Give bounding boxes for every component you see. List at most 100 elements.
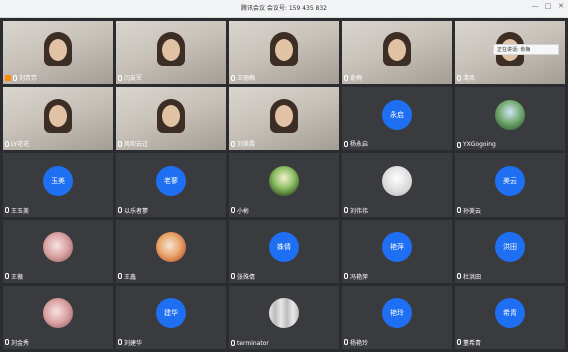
speaking-indicator: 正在讲话: 俞梅	[493, 44, 559, 55]
host-badge-icon	[5, 74, 11, 81]
participant-label: 刘伟伟	[344, 206, 368, 215]
participant-label: 王玉美	[5, 206, 29, 215]
participant-label: 清风	[457, 73, 475, 82]
participant-tile[interactable]: 老蓼以乐者蓼	[116, 153, 226, 217]
participant-name: 王鑫	[124, 273, 137, 281]
microphone-icon	[457, 74, 461, 81]
participant-name: 刘芳芳	[19, 75, 38, 83]
participant-label: 王鑫	[118, 272, 136, 281]
microphone-icon	[5, 339, 9, 346]
avatar-initials: 洪田	[495, 232, 525, 263]
participant-label: 刘金秀	[5, 338, 29, 347]
person-face	[162, 38, 180, 61]
participant-tile[interactable]: 刘伟伟	[342, 153, 452, 217]
participant-tile[interactable]: 洪田杜洪田	[455, 219, 565, 283]
participant-name: terminator	[237, 339, 269, 347]
avatar-initials: 艳玲	[382, 298, 412, 329]
participant-label: 杨艳玲	[344, 338, 368, 347]
avatar-initials: 美云	[495, 165, 525, 196]
participant-tile[interactable]: 玉美 王玉美	[3, 153, 113, 217]
microphone-icon	[344, 207, 348, 214]
participant-tile[interactable]: 刘金秀	[3, 285, 113, 349]
participant-tile[interactable]: 永启 杨永启	[342, 87, 452, 151]
participant-name: 俞梅	[350, 75, 363, 83]
title-bar: 腾讯会议 会议号: 159 435 832 — □ ✕	[0, 0, 568, 18]
microphone-icon	[457, 339, 461, 346]
participant-tile[interactable]: 王鑫	[116, 219, 226, 283]
participant-name: 风吹云过	[124, 141, 149, 149]
participant-tile[interactable]: 刘美霞	[229, 87, 339, 151]
microphone-icon	[118, 74, 122, 81]
microphone-icon	[457, 207, 461, 214]
participant-name: 清风	[463, 75, 476, 83]
participant-name: YXGogoing	[463, 141, 496, 149]
participant-tile[interactable]: 风吹云过	[116, 87, 226, 151]
microphone-icon	[344, 339, 348, 346]
maximize-icon[interactable]: □	[543, 2, 553, 10]
participant-name: 杜洪田	[463, 273, 482, 281]
participant-label: 小彬	[231, 206, 249, 215]
participant-tile[interactable]: 刘芳芳	[3, 21, 113, 85]
participant-tile[interactable]: 俞梅	[342, 21, 452, 85]
avatar-image	[156, 232, 186, 263]
participant-label: 杜洪田	[457, 272, 481, 281]
avatar-image	[269, 298, 299, 329]
participant-tile[interactable]: 王薇	[3, 219, 113, 283]
minimize-icon[interactable]: —	[530, 2, 540, 10]
participant-tile[interactable]: LY花花	[3, 87, 113, 151]
participant-label: LY花花	[5, 139, 29, 148]
participant-name: 杨永启	[350, 141, 369, 149]
participant-tile[interactable]: 建华刘建华	[116, 285, 226, 349]
participant-tile[interactable]: 艳玲杨艳玲	[342, 285, 452, 349]
participant-name: 刘伟伟	[350, 207, 369, 215]
participant-name: 以乐者蓼	[124, 207, 149, 215]
participant-tile[interactable]: 希青董希青	[455, 285, 565, 349]
participant-name: 刘金秀	[11, 339, 30, 347]
avatar-image	[382, 165, 412, 196]
participant-name: 孙美云	[463, 207, 482, 215]
microphone-icon	[5, 207, 9, 214]
close-icon[interactable]: ✕	[556, 2, 566, 10]
microphone-icon	[231, 207, 235, 214]
microphone-icon	[231, 140, 235, 147]
microphone-icon	[5, 273, 9, 280]
person-face	[388, 38, 406, 61]
participant-label: 闫友军	[118, 73, 142, 82]
participant-name: 杨艳玲	[350, 339, 369, 347]
participant-tile[interactable]: 美云孙美云	[455, 153, 565, 217]
participant-tile[interactable]: 姝倩 张殊倩	[229, 219, 339, 283]
participant-name: 刘美霞	[237, 141, 256, 149]
participant-label: 俞梅	[344, 73, 362, 82]
microphone-icon	[13, 74, 17, 81]
participant-label: terminator	[231, 340, 269, 347]
participant-tile[interactable]: 小彬	[229, 153, 339, 217]
participant-label: 以乐者蓼	[118, 206, 148, 215]
participant-name: 张殊倩	[237, 273, 256, 281]
participant-tile[interactable]: 王丽梅	[229, 21, 339, 85]
participant-label: 董希青	[457, 338, 481, 347]
participant-grid: 刘芳芳 闫友军 王丽梅 俞梅 清风 LY花花 风吹云过 刘美霞 永启 杨永启 YXGogoing 玉美…	[0, 18, 568, 352]
participant-name: 王玉美	[11, 207, 30, 215]
participant-tile[interactable]: terminator	[229, 285, 339, 349]
window-title: 腾讯会议 会议号: 159 435 832	[240, 5, 327, 12]
participant-label: 刘建华	[118, 338, 142, 347]
avatar-initials: 建华	[156, 298, 186, 329]
participant-name: 董希青	[463, 339, 482, 347]
participant-name: 闫友军	[124, 75, 143, 83]
person-face	[275, 104, 293, 127]
participant-tile[interactable]: 艳萍冯艳萍	[342, 219, 452, 283]
avatar-image	[43, 232, 73, 263]
participant-tile[interactable]: YXGogoing	[455, 87, 565, 151]
participant-tile[interactable]: 闫友军	[116, 21, 226, 85]
avatar-initials: 艳萍	[382, 232, 412, 263]
microphone-icon	[344, 74, 348, 81]
participant-label: YXGogoing	[457, 141, 496, 148]
avatar-initials: 希青	[495, 298, 525, 329]
microphone-icon	[457, 273, 461, 280]
participant-name: 冯艳萍	[350, 273, 369, 281]
microphone-icon	[118, 273, 122, 280]
person-face	[49, 38, 67, 61]
participant-name: 王薇	[11, 273, 24, 281]
person-face	[275, 38, 293, 61]
avatar-initials: 老蓼	[156, 165, 186, 196]
